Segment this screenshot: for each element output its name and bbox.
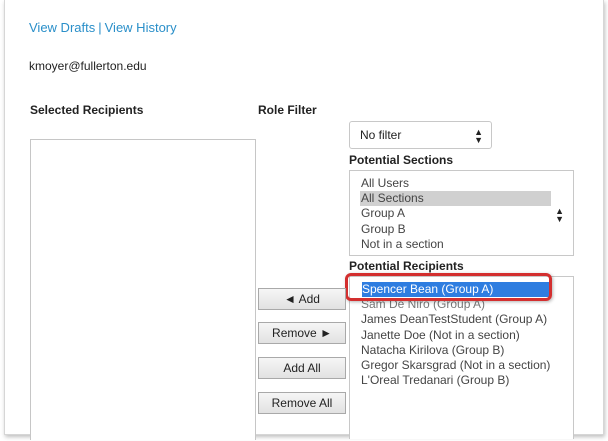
scroll-arrows-icon: ▲ ▼: [555, 206, 564, 224]
role-filter-value: No filter: [360, 128, 402, 142]
recipient-option[interactable]: Spencer Bean (Group A): [362, 282, 551, 298]
recipient-option[interactable]: L'Oreal Tredanari (Group B): [360, 373, 573, 388]
view-history-link[interactable]: View History: [105, 20, 177, 35]
role-filter-select[interactable]: No filter ▲ ▼: [349, 121, 492, 149]
remove-button[interactable]: Remove ►: [258, 322, 346, 344]
section-option[interactable]: Not in a section: [360, 237, 573, 252]
user-email: kmoyer@fullerton.edu: [29, 59, 147, 73]
link-separator: |: [98, 20, 102, 35]
recipient-option[interactable]: James DeanTestStudent (Group A): [360, 312, 573, 327]
role-filter-heading: Role Filter: [258, 103, 317, 117]
view-drafts-link[interactable]: View Drafts: [29, 20, 95, 35]
potential-recipients-list[interactable]: Spencer Bean (Group A) Sam De Niro (Group…: [349, 276, 574, 439]
section-option[interactable]: All Sections: [360, 191, 551, 207]
section-option[interactable]: Group B: [360, 222, 573, 237]
add-button[interactable]: ◄ Add: [258, 288, 346, 310]
recipient-option[interactable]: Natacha Kirilova (Group B): [360, 343, 573, 358]
remove-all-button[interactable]: Remove All: [258, 392, 346, 414]
potential-sections-list[interactable]: All Users All Sections Group A Group B Not i…: [349, 170, 574, 256]
selected-recipients-heading: Selected Recipients: [30, 103, 144, 117]
recipient-option[interactable]: Sam De Niro (Group A): [360, 297, 573, 312]
recipient-option[interactable]: Janette Doe (Not in a section): [360, 328, 573, 343]
add-all-button[interactable]: Add All: [258, 357, 346, 379]
section-option[interactable]: Group A: [360, 206, 573, 221]
potential-recipients-heading: Potential Recipients: [349, 259, 464, 273]
nav-links: View Drafts | View History: [29, 20, 177, 35]
select-arrows-icon: ▲ ▼: [474, 126, 483, 145]
selected-recipients-list[interactable]: [30, 139, 256, 440]
recipient-option[interactable]: Gregor Skarsgrad (Not in a section): [360, 358, 573, 373]
section-option[interactable]: All Users: [360, 176, 573, 191]
potential-sections-heading: Potential Sections: [349, 153, 454, 167]
